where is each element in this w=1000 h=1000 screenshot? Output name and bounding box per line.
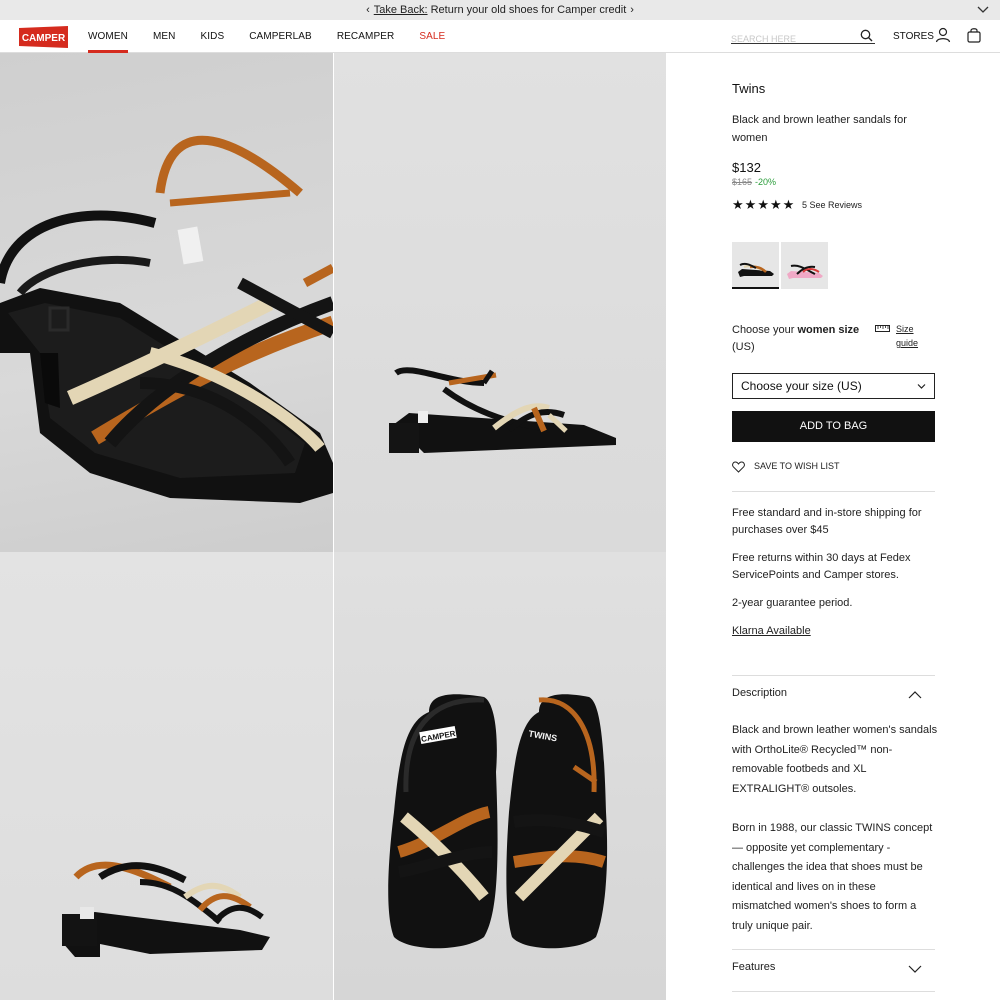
product-image-side[interactable]: [334, 53, 666, 552]
color-swatch-pink[interactable]: [781, 242, 828, 289]
product-image-closeup[interactable]: [0, 53, 333, 552]
user-icon[interactable]: [935, 27, 951, 43]
description-paragraph-2: Born in 1988, our classic TWINS concept …: [732, 822, 933, 932]
stores-link[interactable]: STORES: [893, 31, 934, 42]
sandal-side-illustration: [389, 367, 616, 453]
description-paragraph-1: Black and brown leather women's sandals …: [732, 724, 938, 795]
chevron-right-icon[interactable]: ›: [630, 4, 634, 16]
chevron-left-icon[interactable]: ‹: [366, 4, 370, 16]
chevron-up-icon[interactable]: [908, 690, 922, 699]
size-select[interactable]: Choose your size (US): [732, 373, 935, 399]
main-nav: WOMEN MEN KIDS CAMPERLAB RECAMPER SALE: [88, 20, 470, 53]
size-guide-link[interactable]: Size guide: [875, 322, 930, 350]
search-input[interactable]: [731, 34, 851, 44]
promo-text: Return your old shoes for Camper credit: [427, 4, 627, 16]
shopping-bag-icon[interactable]: [966, 27, 982, 43]
shipping-info: Free standard and in-store shipping for …: [732, 507, 922, 536]
star-icon: ★: [732, 197, 744, 212]
size-label: Choose your women size (US): [732, 322, 862, 356]
size-label-prefix: Choose your: [732, 324, 798, 336]
product-gallery: CAMPER TWINS: [0, 53, 666, 1000]
logo-text: CAMPER: [22, 33, 66, 44]
product-panel: Twins Black and brown leather sandals fo…: [666, 53, 1000, 1000]
wish-list-label: SAVE TO WISH LIST: [754, 461, 840, 471]
features-accordion-title[interactable]: Features: [732, 961, 775, 973]
chevron-down-icon[interactable]: [908, 965, 922, 974]
nav-sale[interactable]: SALE: [419, 20, 445, 53]
product-name: Twins: [732, 81, 766, 96]
size-guide-text[interactable]: Size guide: [896, 322, 930, 350]
search-icon[interactable]: [860, 29, 873, 42]
product-price: $132: [732, 160, 761, 175]
size-select-value: Choose your size (US): [741, 379, 862, 393]
star-icon: ★: [769, 197, 782, 212]
chevron-down-icon[interactable]: [976, 3, 990, 17]
rating-stars[interactable]: ★ ★ ★ ★ ★: [732, 198, 795, 211]
sandal-rear-illustration: [62, 861, 270, 957]
divider: [732, 949, 935, 950]
sandal-closeup-illustration: [0, 135, 333, 503]
nav-recamper[interactable]: RECAMPER: [337, 20, 394, 53]
star-icon: ★: [744, 197, 757, 212]
ruler-icon: [875, 325, 890, 332]
heart-icon: [732, 461, 745, 473]
nav-women[interactable]: WOMEN: [88, 20, 128, 53]
nav-kids[interactable]: KIDS: [200, 20, 224, 53]
description-accordion-title[interactable]: Description: [732, 687, 787, 699]
wish-list-button[interactable]: SAVE TO WISH LIST: [732, 461, 840, 473]
sandal-top-illustration: CAMPER TWINS: [388, 694, 608, 949]
camper-logo[interactable]: CAMPER: [18, 25, 69, 49]
star-icon: ★: [757, 197, 769, 212]
returns-info: Free returns within 30 days at Fedex Ser…: [732, 552, 911, 581]
star-icon: ★: [782, 197, 795, 212]
size-label-suffix: (US): [732, 341, 755, 353]
product-image-rear[interactable]: [0, 552, 333, 1000]
divider: [732, 675, 935, 676]
divider: [732, 491, 935, 492]
site-header: CAMPER WOMEN MEN KIDS CAMPERLAB RECAMPER…: [0, 20, 1000, 53]
product-old-price: $165: [732, 177, 753, 187]
reviews-link[interactable]: 5 See Reviews: [802, 200, 862, 210]
search-box: [731, 29, 875, 44]
discount-badge: -20%: [755, 177, 777, 187]
pink-sandal-thumbnail: [787, 264, 823, 279]
promo-bar: ‹ Take Back: Return your old shoes for Ca…: [0, 0, 1000, 20]
product-image-top[interactable]: CAMPER TWINS: [334, 552, 666, 1000]
guarantee-info: 2-year guarantee period.: [732, 597, 853, 609]
size-label-bold: women size: [797, 324, 860, 336]
color-swatch-black[interactable]: [732, 242, 779, 289]
divider: [732, 991, 935, 992]
add-to-bag-button[interactable]: ADD TO BAG: [732, 411, 935, 442]
nav-camperlab[interactable]: CAMPERLAB: [249, 20, 312, 53]
black-sandal-thumbnail: [738, 262, 774, 277]
promo-link[interactable]: Take Back:: [374, 4, 428, 16]
chevron-down-icon: [917, 384, 926, 389]
klarna-link[interactable]: Klarna Available: [732, 625, 811, 637]
promo-message[interactable]: ‹ Take Back: Return your old shoes for Ca…: [0, 4, 1000, 16]
nav-men[interactable]: MEN: [153, 20, 176, 53]
product-short-description: Black and brown leather sandals for wome…: [732, 114, 907, 144]
